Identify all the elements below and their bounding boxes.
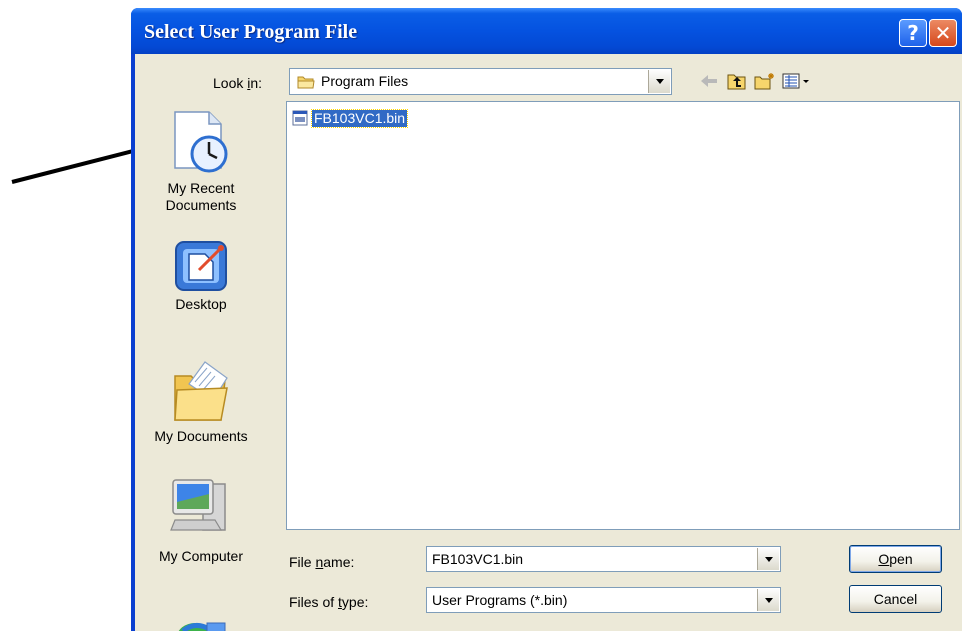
cancel-button[interactable]: Cancel	[849, 585, 942, 613]
chevron-down-icon	[764, 556, 773, 562]
file-name-label: FB103VC1.bin	[310, 108, 409, 128]
my-documents-icon	[174, 361, 228, 421]
look-in-dropdown-button[interactable]	[648, 70, 670, 93]
network-places-icon	[178, 622, 226, 631]
back-icon	[701, 75, 717, 87]
file-name-label: File name:	[289, 554, 355, 570]
up-folder-button[interactable]	[724, 70, 750, 92]
select-file-dialog: Select User Program File ? ✕ Look in: Pr…	[131, 8, 962, 631]
close-icon: ✕	[934, 21, 952, 45]
place-label: Desktop	[175, 296, 227, 312]
views-menu-button[interactable]	[780, 70, 814, 92]
recent-documents-icon	[174, 111, 228, 173]
chevron-down-icon	[764, 597, 773, 603]
help-button[interactable]: ?	[899, 19, 927, 47]
look-in-value: Program Files	[321, 73, 409, 89]
close-button[interactable]: ✕	[929, 19, 957, 47]
place-label: My Recent Documents	[165, 180, 237, 213]
file-item[interactable]: FB103VC1.bin	[292, 108, 409, 128]
cancel-button-label: Cancel	[873, 591, 918, 607]
look-in-dropdown[interactable]: Program Files	[289, 68, 672, 95]
places-recent-documents[interactable]: My Recent Documents	[142, 106, 260, 214]
file-type-label: Files of type:	[289, 594, 369, 610]
places-my-documents[interactable]: My Documents	[142, 354, 260, 445]
file-type-dropdown-button[interactable]	[757, 589, 779, 611]
dialog-body: Look in: Program Files My Recent Documen…	[135, 54, 962, 631]
file-list[interactable]: FB103VC1.bin	[286, 101, 960, 530]
places-desktop[interactable]: Desktop	[142, 236, 260, 313]
place-label: My Computer	[158, 548, 244, 564]
new-folder-button[interactable]	[752, 70, 778, 92]
help-icon: ?	[907, 21, 919, 45]
open-button-label: Open	[878, 551, 913, 567]
up-folder-icon	[727, 74, 746, 90]
file-type-value: User Programs (*.bin)	[432, 592, 568, 608]
back-button[interactable]	[696, 70, 722, 92]
file-name-dropdown-button[interactable]	[757, 548, 779, 570]
title-bar[interactable]: Select User Program File ? ✕	[131, 8, 962, 54]
my-computer-icon	[170, 479, 226, 531]
folder-icon	[297, 76, 315, 89]
window-title: Select User Program File	[144, 21, 358, 43]
places-network[interactable]	[142, 617, 260, 631]
chevron-down-icon	[655, 79, 664, 84]
new-folder-icon	[754, 73, 774, 90]
views-menu-icon	[782, 73, 809, 89]
place-label: My Documents	[154, 428, 248, 444]
look-in-label: Look in:	[213, 75, 263, 91]
places-my-computer[interactable]: My Computer	[142, 476, 260, 565]
file-name-input[interactable]: FB103VC1.bin	[426, 546, 781, 572]
file-name-value: FB103VC1.bin	[432, 551, 524, 567]
file-type-select[interactable]: User Programs (*.bin)	[426, 587, 781, 613]
desktop-icon	[175, 241, 227, 291]
bin-file-icon	[292, 110, 308, 126]
open-button[interactable]: Open	[849, 545, 942, 573]
